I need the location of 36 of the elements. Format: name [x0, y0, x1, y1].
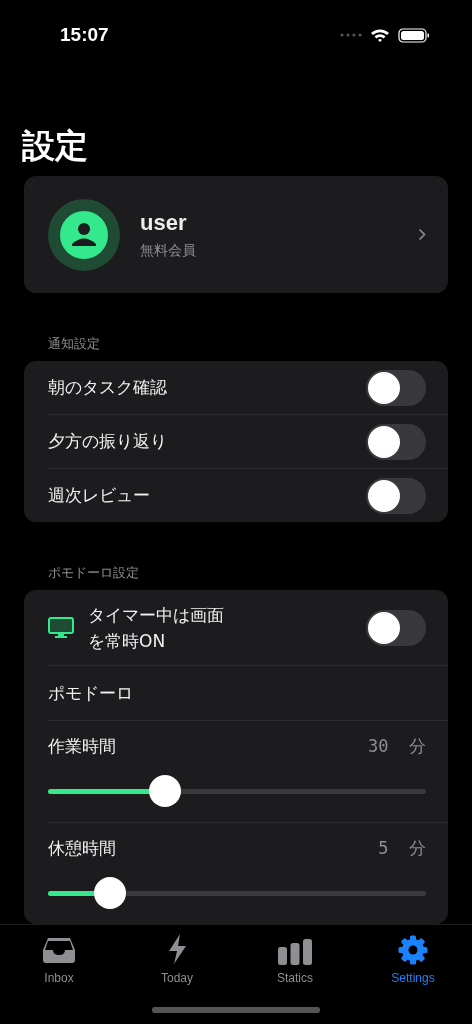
- setting-label: 週次レビュー: [48, 484, 151, 507]
- tab-item[interactable]: Today: [118, 925, 236, 985]
- slider[interactable]: [48, 876, 426, 910]
- slider-label: 作業時間: [48, 735, 117, 758]
- toggle-switch[interactable]: [366, 609, 426, 646]
- signal-icon: [340, 33, 362, 37]
- battery-icon: [398, 27, 430, 43]
- slider-value: 30 分: [368, 735, 426, 758]
- status-time: 15:07: [60, 24, 109, 46]
- wifi-icon: [370, 27, 390, 43]
- tab-item[interactable]: Statics: [236, 925, 354, 985]
- slider-value: 5 分: [378, 837, 426, 860]
- lightning-icon: [166, 933, 188, 965]
- chevron-right-icon: [418, 228, 426, 241]
- slider-label: 休憩時間: [48, 837, 117, 860]
- toggle-switch[interactable]: [366, 423, 426, 460]
- setting-label: 朝のタスク確認: [48, 376, 168, 399]
- slider[interactable]: [48, 774, 426, 808]
- membership-label: 無料会員: [140, 241, 197, 260]
- tray-icon: [42, 935, 76, 965]
- subsection-label: ポモドーロ: [48, 681, 134, 705]
- toggle-switch[interactable]: [366, 369, 426, 406]
- settings-icon: [398, 935, 428, 965]
- profile-card[interactable]: user 無料会員: [24, 176, 448, 293]
- tab-item[interactable]: Settings: [354, 925, 472, 985]
- setting-label: 夕方の振り返り: [48, 430, 168, 453]
- user-name: user: [140, 209, 188, 236]
- setting-label: タイマー中は画面を常時ON: [88, 603, 225, 653]
- monitor-icon: [48, 616, 74, 639]
- section-header: ポモドーロ設定: [48, 564, 140, 582]
- section-header: 通知設定: [48, 335, 101, 353]
- page-title: 設定: [22, 126, 89, 166]
- bar-chart-icon: [277, 939, 313, 965]
- toggle-switch[interactable]: [366, 477, 426, 514]
- tab-item[interactable]: Inbox: [0, 925, 118, 985]
- avatar-icon: [48, 198, 120, 271]
